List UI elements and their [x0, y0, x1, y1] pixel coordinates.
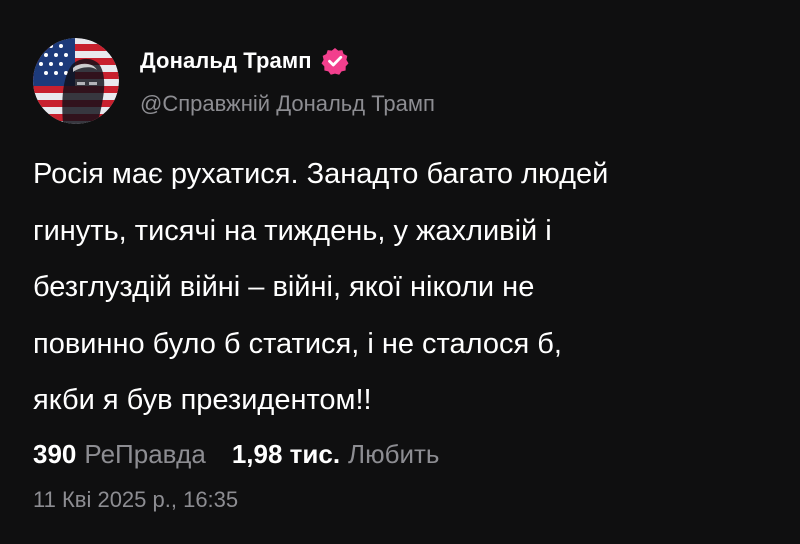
flag-portrait-avatar-icon — [33, 38, 119, 124]
reposts-count: 390 — [33, 439, 77, 469]
post-timestamp: 11 Кві 2025 р., 16:35 — [33, 487, 239, 512]
reposts-stat[interactable]: 390 РеПравда — [33, 439, 206, 470]
likes-label: Любить — [348, 439, 440, 469]
reposts-label: РеПравда — [84, 439, 206, 469]
avatar[interactable] — [33, 38, 119, 124]
post-detail: Дональд Трамп @Справжній Дональд Трамп Р… — [0, 0, 800, 544]
likes-stat[interactable]: 1,98 тис. Любить — [232, 439, 440, 470]
verified-badge-icon — [320, 46, 350, 76]
author-display-name[interactable]: Дональд Трамп — [140, 48, 312, 74]
likes-count: 1,98 тис. — [231, 439, 341, 469]
post-body-text: Росія має рухатися. Занадто багато людей… — [33, 158, 609, 416]
post-stats: 390 РеПравда 1,98 тис. Любить — [33, 439, 439, 479]
author-handle[interactable]: @Справжній Дональд Трамп — [140, 91, 435, 117]
author-name-row: Дональд Трамп — [140, 44, 350, 78]
